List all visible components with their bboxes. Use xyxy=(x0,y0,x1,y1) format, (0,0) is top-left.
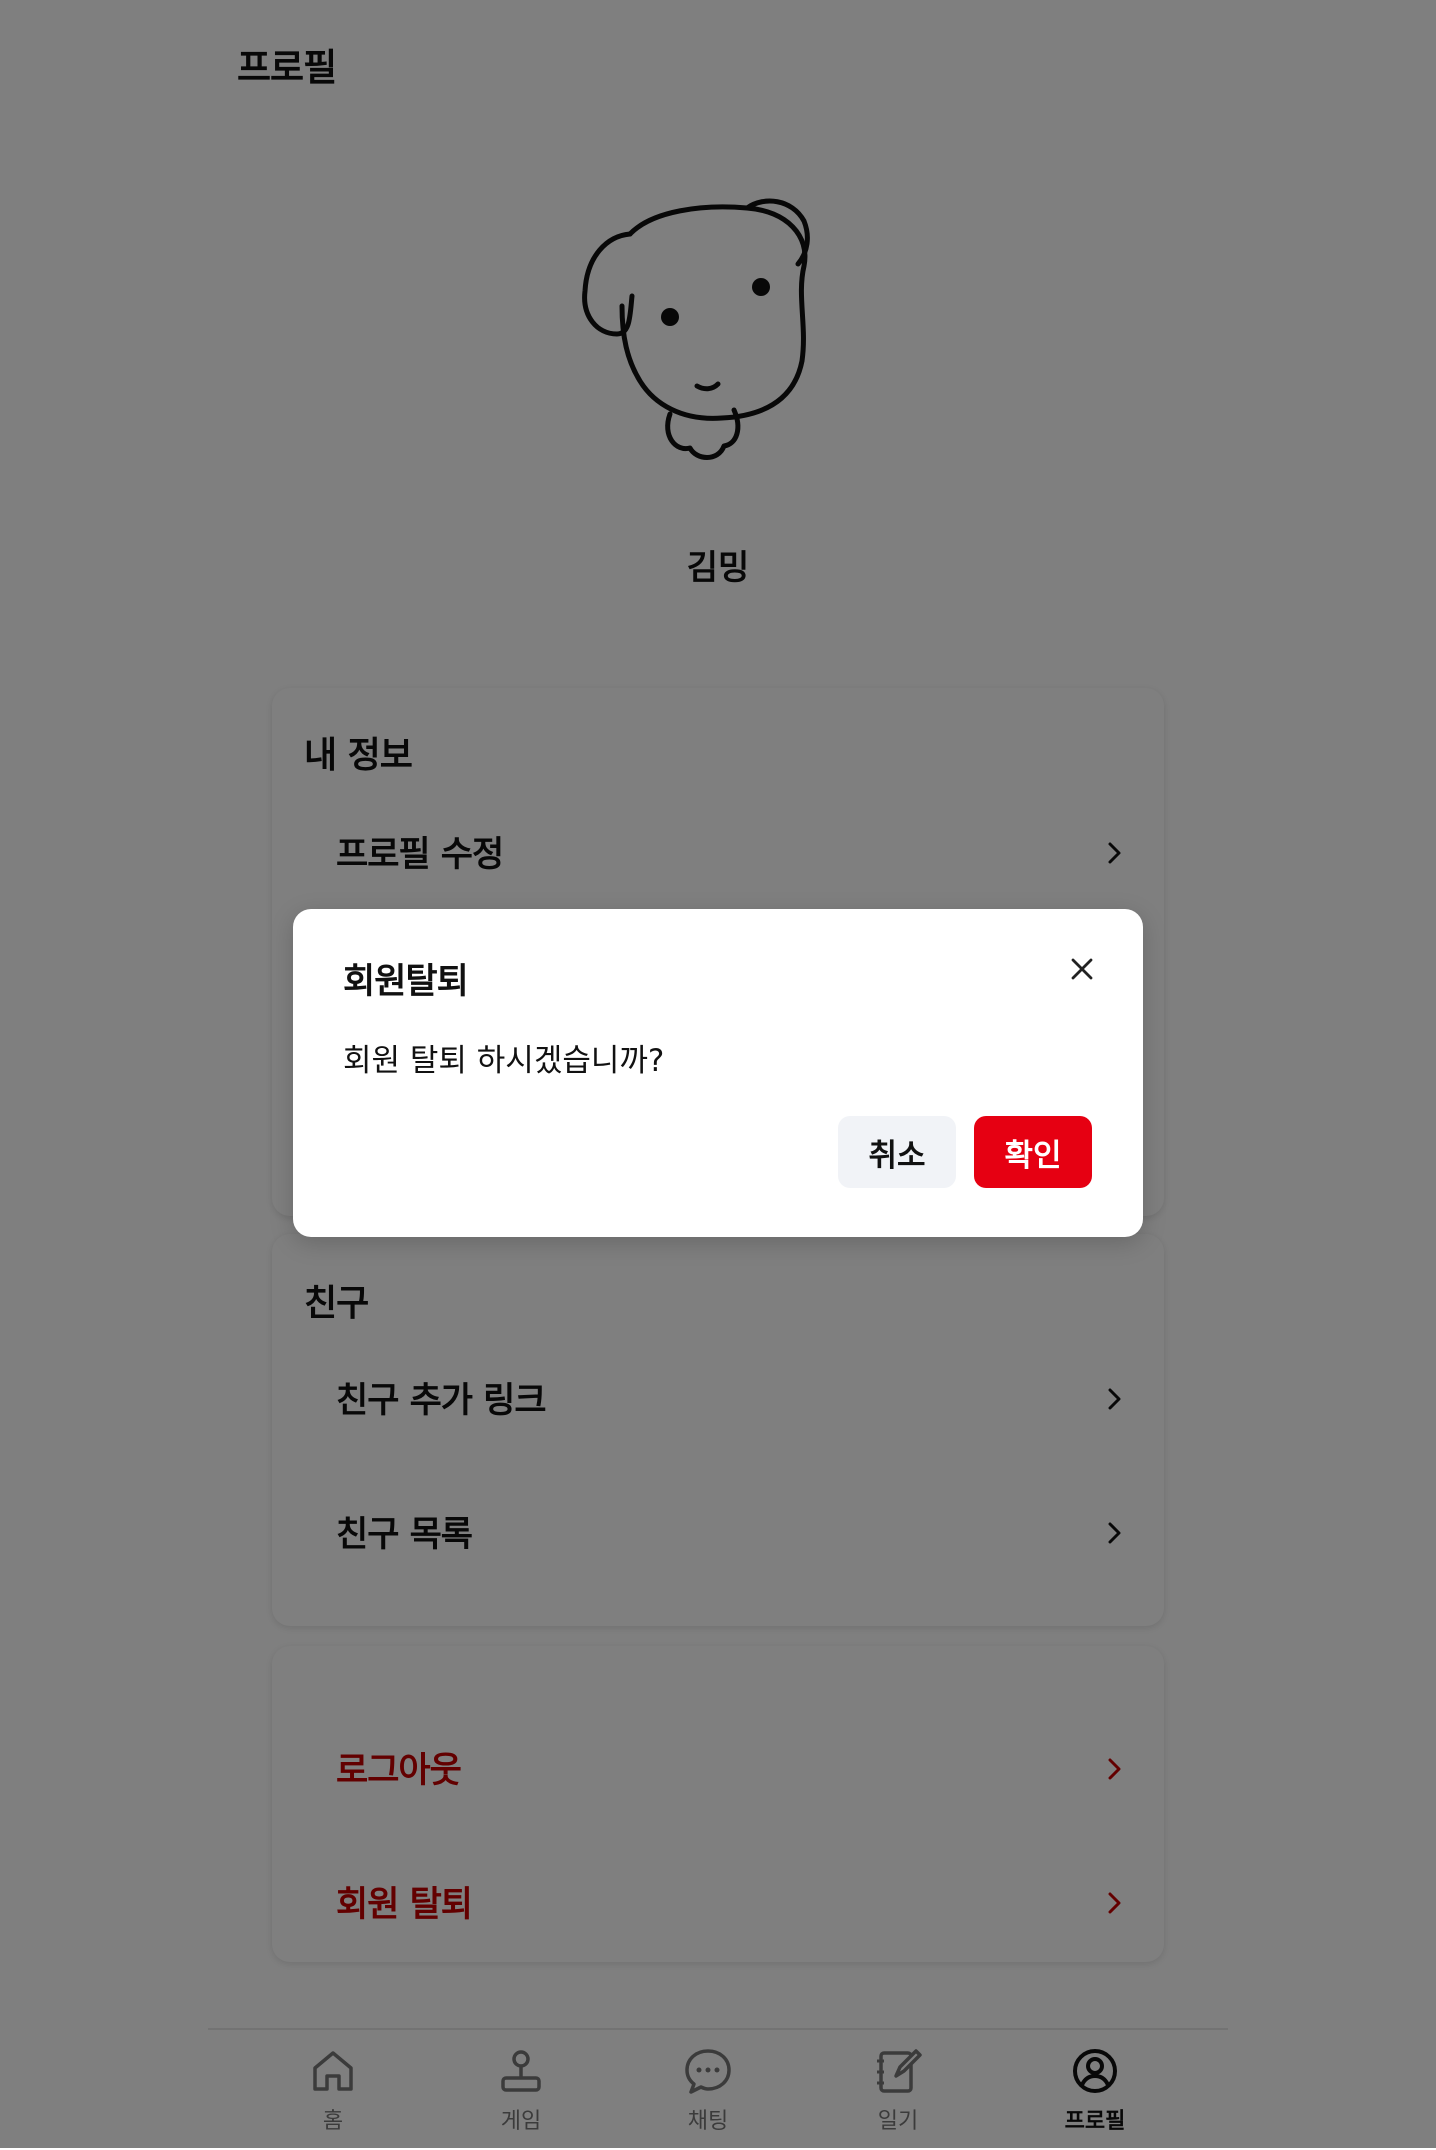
dialog-title: 회원탈퇴 xyxy=(343,962,469,1002)
dialog-message: 회원 탈퇴 하시겠습니까? xyxy=(343,1043,665,1079)
close-icon[interactable] xyxy=(1069,956,1095,982)
withdraw-confirm-dialog: 회원탈퇴 회원 탈퇴 하시겠습니까? 취소 확인 xyxy=(293,909,1143,1237)
cancel-button[interactable]: 취소 xyxy=(838,1116,956,1188)
confirm-button[interactable]: 확인 xyxy=(974,1116,1092,1188)
